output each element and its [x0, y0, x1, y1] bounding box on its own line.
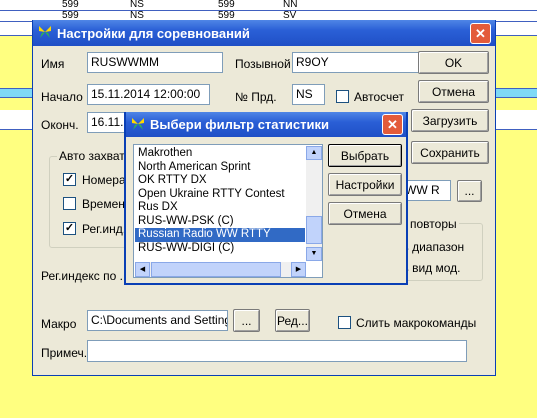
regindex-label: Рег.индекс по ...	[41, 269, 130, 283]
filter-list-item[interactable]: North American Sprint	[135, 161, 305, 175]
stat-filter-field[interactable]: WW R	[401, 180, 451, 201]
settings-dialog-titlebar[interactable]: Настройки для соревнований ✕	[33, 20, 495, 46]
filter-list-item[interactable]: Rus DX	[135, 201, 305, 215]
grid-row: 599 NS 599 NN	[0, 0, 537, 11]
numbers-label: Номера	[82, 173, 126, 187]
prd-field[interactable]: NS	[292, 84, 325, 105]
horizontal-scrollbar[interactable]: ◀ ▶	[135, 262, 306, 277]
grid-cell: 599	[218, 0, 235, 10]
scroll-left-icon[interactable]: ◀	[135, 262, 150, 277]
note-label: Примеч.	[41, 346, 88, 360]
select-filter-button[interactable]: Выбрать	[328, 144, 402, 167]
macro-edit-button[interactable]: Ред...	[275, 309, 310, 332]
grid-cell: NN	[283, 0, 298, 10]
grid-cell: NS	[130, 0, 144, 10]
close-icon[interactable]: ✕	[470, 23, 491, 44]
stat-filter-browse-button[interactable]: ...	[457, 180, 482, 202]
stat-filter-titlebar[interactable]: Выбери фильтр статистики ✕	[126, 112, 406, 137]
filter-list-item[interactable]: OK RTTY DX	[135, 174, 305, 188]
vertical-scrollbar[interactable]: ▲ ▼	[306, 146, 322, 261]
load-button[interactable]: Загрузить	[411, 109, 489, 132]
autocount-label: Автосчет	[354, 90, 405, 104]
filter-list-item[interactable]: Open Ukraine RTTY Contest	[135, 188, 305, 202]
stat-filter-dialog: Выбери фильтр статистики ✕ Makrothen Nort…	[124, 112, 408, 285]
filter-listbox[interactable]: Makrothen North American Sprint OK RTTY DX…	[133, 144, 323, 278]
scroll-thumb[interactable]	[306, 216, 322, 244]
time-label: Времен	[82, 197, 125, 211]
start-datetime-field[interactable]: 15.11.2014 12:00:00	[87, 84, 210, 105]
name-field[interactable]: RUSWWMM	[87, 52, 223, 73]
scroll-right-icon[interactable]: ▶	[291, 262, 306, 277]
cancel-button[interactable]: Отмена	[418, 80, 489, 103]
merge-macro-label: Слить макрокоманды	[356, 316, 477, 330]
scroll-down-icon[interactable]: ▼	[306, 247, 322, 261]
filter-list: Makrothen North American Sprint OK RTTY DX…	[135, 147, 305, 259]
time-checkbox[interactable]	[63, 197, 76, 210]
filter-list-item[interactable]: Russian Radio WW RTTY	[135, 228, 305, 242]
save-button[interactable]: Сохранить	[411, 141, 489, 164]
filter-list-item[interactable]: RUS-WW-DIGI (C)	[135, 242, 305, 256]
autocount-checkbox[interactable]	[336, 90, 349, 103]
regind-checkbox[interactable]: ✓	[63, 222, 76, 235]
callsign-field[interactable]: R9OY	[292, 52, 420, 73]
regind-label: Рег.инд.	[82, 222, 127, 236]
scroll-thumb[interactable]	[151, 262, 281, 277]
butterfly-icon	[132, 118, 144, 130]
filter-cancel-button[interactable]: Отмена	[328, 202, 402, 225]
start-label: Начало	[41, 90, 83, 104]
scroll-up-icon[interactable]: ▲	[306, 146, 322, 160]
numbers-checkbox[interactable]: ✓	[63, 173, 76, 186]
stat-filter-title: Выбери фильтр статистики	[150, 117, 329, 132]
note-field[interactable]	[87, 340, 467, 362]
callsign-label: Позывной	[235, 57, 291, 71]
settings-dialog-title: Настройки для соревнований	[57, 25, 250, 41]
close-icon[interactable]: ✕	[382, 114, 403, 135]
auto-capture-label: Авто захват	[57, 149, 127, 163]
name-label: Имя	[41, 57, 65, 71]
end-label: Оконч.	[41, 118, 79, 132]
filter-list-item[interactable]: Makrothen	[135, 147, 305, 161]
ok-button[interactable]: OK	[418, 51, 489, 74]
prd-label: № Прд.	[235, 90, 277, 104]
butterfly-icon	[39, 26, 51, 38]
repeats-label: повторы	[408, 217, 459, 231]
grid-cell: 599	[62, 0, 79, 10]
macro-label: Макро	[41, 317, 77, 331]
merge-macro-checkbox[interactable]	[338, 316, 351, 329]
macro-browse-button[interactable]: ...	[233, 309, 260, 332]
filter-list-item[interactable]: RUS-WW-PSK (C)	[135, 215, 305, 229]
macro-path-field[interactable]: C:\Documents and Settings\	[87, 310, 228, 331]
filter-settings-button[interactable]: Настройки	[328, 173, 402, 196]
